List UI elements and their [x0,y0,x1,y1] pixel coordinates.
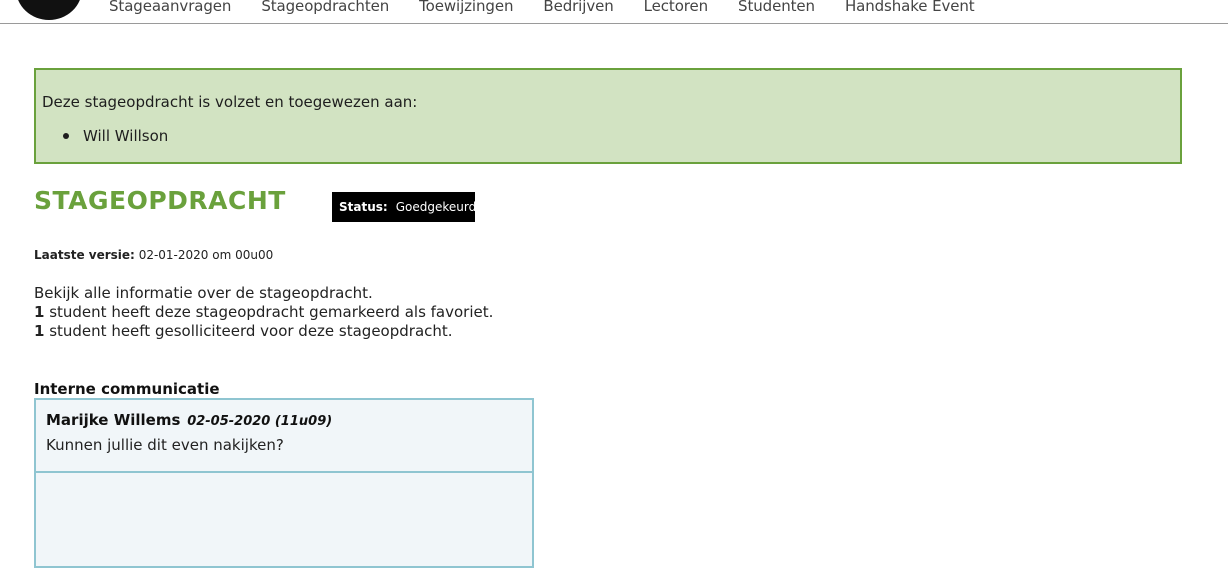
version-value: 02-01-2020 om 00u00 [138,248,274,262]
top-navigation: Stageaanvragen Stageopdrachten Toewijzin… [0,0,1228,24]
version-label: Laatste versie: [34,248,135,262]
nav-item-studenten[interactable]: Studenten [738,0,815,15]
page-title: STAGEOPDRACHT [34,186,286,215]
assignee-list: Will Willson [63,127,168,145]
communication-heading: Interne communicatie [34,380,220,398]
message-date: 02-05-2020 (11u09) [187,414,333,429]
status-badge: Status: Goedgekeurd [332,192,477,222]
applications-count: 1 [34,322,45,340]
message-header: Marijke Willems 02-05-2020 (11u09) [46,411,332,429]
favorites-text: student heeft deze stageopdracht gemarke… [44,303,494,321]
communication-message: Marijke Willems 02-05-2020 (11u09) Kunne… [36,400,532,473]
version-line: Laatste versie: 02-01-2020 om 00u00 [34,248,273,262]
bullet-icon [63,133,69,139]
status-label: Status: [339,200,388,214]
nav-item-bedrijven[interactable]: Bedrijven [543,0,613,15]
status-value: Goedgekeurd [395,200,477,214]
message-text: Kunnen jullie dit even nakijken? [46,436,284,454]
applications-text: student heeft gesolliciteerd voor deze s… [44,322,453,340]
alert-message: Deze stageopdracht is volzet en toegewez… [42,93,418,111]
info-line: Bekijk alle informatie over de stageopdr… [34,284,373,302]
nav-item-toewijzingen[interactable]: Toewijzingen [419,0,513,15]
info-block: Bekijk alle informatie over de stageopdr… [34,284,493,341]
favorites-count: 1 [34,303,45,321]
assignee-item: Will Willson [63,127,168,145]
nav-items: Stageaanvragen Stageopdrachten Toewijzin… [109,0,1005,15]
message-author: Marijke Willems [46,411,181,429]
nav-item-stageaanvragen[interactable]: Stageaanvragen [109,0,231,15]
nav-item-handshake-event[interactable]: Handshake Event [845,0,975,15]
assignee-name: Will Willson [83,127,169,145]
logo[interactable] [16,0,82,20]
nav-item-stageopdrachten[interactable]: Stageopdrachten [261,0,389,15]
nav-item-lectoren[interactable]: Lectoren [644,0,709,15]
assignment-alert: Deze stageopdracht is volzet en toegewez… [34,68,1182,164]
favorites-line: 1 student heeft deze stageopdracht gemar… [34,303,493,322]
applications-line: 1 student heeft gesolliciteerd voor deze… [34,322,493,341]
communication-box: Marijke Willems 02-05-2020 (11u09) Kunne… [34,398,534,568]
